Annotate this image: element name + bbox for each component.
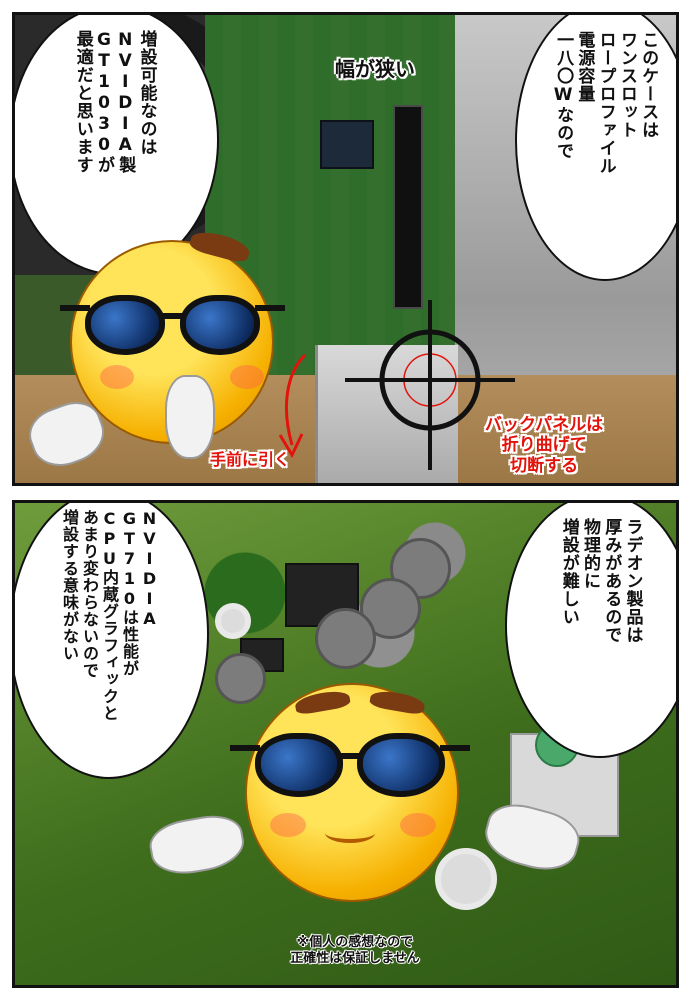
cheek-blush bbox=[100, 365, 134, 389]
sunglasses-temple bbox=[230, 745, 260, 751]
speech-text-left: NVIDIA GT710は性能が CPU内蔵グラフィックと あまり変わらないので… bbox=[60, 509, 159, 722]
sunglasses-temple bbox=[60, 305, 90, 311]
disclaimer-text: ※個人の感想なので 正確性は保証しません bbox=[290, 935, 420, 967]
sunglasses-left-lens bbox=[255, 733, 343, 797]
cheek-blush bbox=[400, 813, 436, 837]
emoji-character-thinking bbox=[22, 225, 300, 483]
chipset bbox=[320, 120, 374, 169]
mouth bbox=[325, 823, 375, 843]
sunglasses-left-lens bbox=[85, 295, 165, 355]
emoji-character-shrugging bbox=[145, 673, 586, 973]
comic-panel-2: NVIDIA GT710は性能が CPU内蔵グラフィックと あまり変わらないので… bbox=[12, 500, 679, 988]
mount-hole bbox=[215, 603, 251, 639]
narrow-width-label: 幅が狭い bbox=[335, 57, 415, 81]
cheek-blush bbox=[230, 365, 264, 389]
speech-text-left: 増設可能なのは NVIDIA製 GT1030が 最適だと思います bbox=[72, 30, 157, 174]
cheek-blush bbox=[270, 813, 306, 837]
sunglasses-right-lens bbox=[357, 733, 445, 797]
sunglasses-temple bbox=[440, 745, 470, 751]
pcie-slot bbox=[393, 105, 423, 309]
sunglasses-bridge bbox=[338, 753, 362, 759]
sunglasses-right-lens bbox=[180, 295, 260, 355]
speech-text-right: ラデオン製品は 厚みがあるので 物理的に 増設が難しい bbox=[558, 518, 643, 644]
sunglasses-bridge bbox=[160, 313, 185, 319]
speech-text-right: このケースは ワンスロット ロープロファイル 電源容量 一八〇Wなので bbox=[553, 31, 659, 175]
capacitor bbox=[315, 608, 376, 669]
finger-on-lips-hand-icon bbox=[165, 375, 215, 459]
backpanel-instruction-label: バックパネルは 折り曲げて 切断する bbox=[485, 415, 604, 476]
sunglasses-temple bbox=[255, 305, 285, 311]
comic-panel-1: 幅が狭い 手前に引く バックパネルは 折り曲げて 切断する 増設可能なのは NV… bbox=[12, 12, 679, 486]
open-palm-hand-icon bbox=[146, 810, 248, 880]
